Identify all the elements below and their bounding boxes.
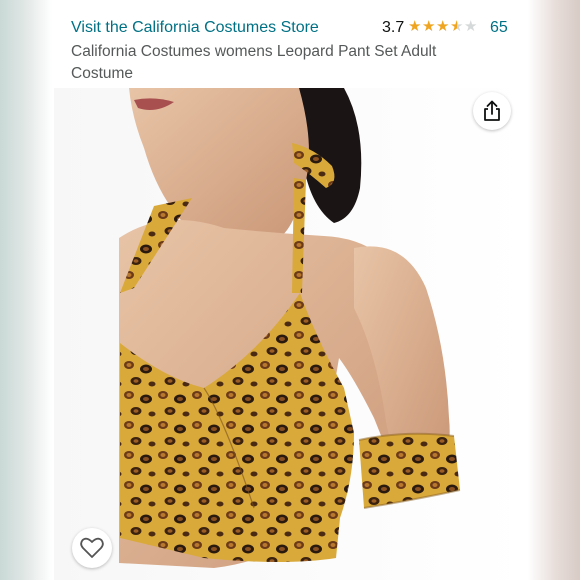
star-full-icon: ★ xyxy=(408,18,422,35)
star-full-icon: ★ xyxy=(422,18,436,35)
share-button[interactable] xyxy=(473,92,511,130)
rating-stars[interactable]: ★ ★ ★ ★ ★ xyxy=(408,19,478,37)
star-full-icon: ★ xyxy=(436,18,450,35)
product-image[interactable] xyxy=(54,88,526,580)
product-header: Visit the California Costumes Store 3.7 … xyxy=(54,0,526,88)
star-empty-icon: ★ xyxy=(464,18,478,35)
share-icon xyxy=(484,100,500,121)
review-count-link[interactable]: 65 xyxy=(490,19,508,37)
star-half-icon: ★ xyxy=(450,18,464,35)
product-title: California Costumes womens Leopard Pant … xyxy=(71,43,437,82)
rating-value: 3.7 xyxy=(382,19,405,36)
heart-outline-icon xyxy=(80,537,104,558)
wishlist-button[interactable] xyxy=(72,528,112,568)
product-card: Visit the California Costumes Store 3.7 … xyxy=(54,0,526,580)
product-photo xyxy=(54,88,526,580)
store-link[interactable]: Visit the California Costumes Store xyxy=(71,19,319,37)
